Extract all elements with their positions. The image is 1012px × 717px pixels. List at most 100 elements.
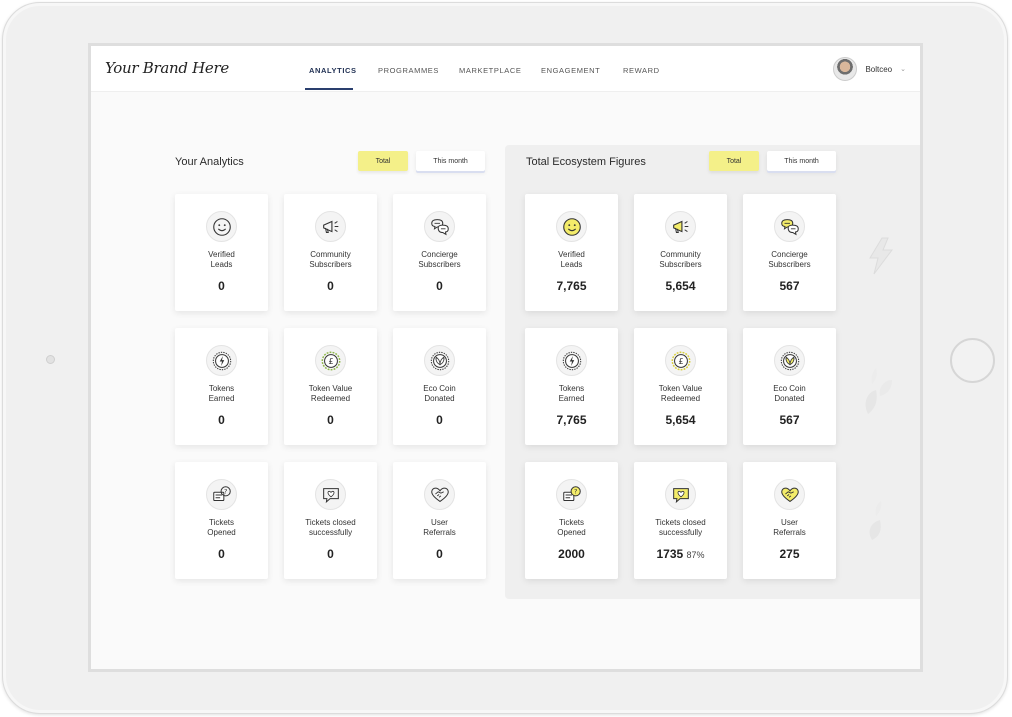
nav-marketplace[interactable]: MARKETPLACE <box>459 66 521 75</box>
your-analytics-card[interactable]: Community Subscribers 0 <box>284 194 377 311</box>
chat-bubbles-icon <box>774 211 805 242</box>
nav-reward[interactable]: REWARD <box>623 66 660 75</box>
chevron-down-icon[interactable]: ⌄ <box>900 65 906 73</box>
your-analytics-total-toggle[interactable]: Total <box>358 151 408 171</box>
card-value-number: 0 <box>218 547 225 561</box>
app-screen: Your Brand Here ANALYTICS PROGRAMMES MAR… <box>88 43 923 672</box>
card-value: 0 <box>218 413 225 427</box>
handshake-icon <box>774 479 805 510</box>
card-label: Tickets Opened <box>557 518 586 537</box>
card-value-number: 0 <box>327 547 334 561</box>
user-menu[interactable]: Boltceo ⌄ <box>833 57 906 81</box>
svg-text:£: £ <box>678 356 683 366</box>
lightning-coin-icon <box>556 345 587 376</box>
your-analytics-card[interactable]: Tokens Earned 0 <box>175 328 268 445</box>
your-analytics-title: Your Analytics <box>175 156 244 168</box>
ecosystem-card[interactable]: Tokens Earned 7,765 <box>525 328 618 445</box>
card-value: 0 <box>218 279 225 293</box>
ecosystem-total-toggle[interactable]: Total <box>709 151 759 171</box>
card-value-number: 0 <box>327 413 334 427</box>
your-analytics-card[interactable]: Concierge Subscribers 0 <box>393 194 486 311</box>
card-value: 567 <box>779 413 799 427</box>
card-value: 5,654 <box>665 279 695 293</box>
nav-active-indicator <box>305 88 353 90</box>
card-label: Tickets Opened <box>207 518 236 537</box>
ecosystem-card[interactable]: ? Tickets Opened 2000 <box>525 462 618 579</box>
smiley-icon <box>206 211 237 242</box>
card-label: User Referrals <box>423 518 456 537</box>
heart-chat-icon <box>665 479 696 510</box>
card-value: 0 <box>327 547 334 561</box>
ecosystem-card[interactable]: £ Token Value Redeemed 5,654 <box>634 328 727 445</box>
card-value-number: 5,654 <box>665 279 696 293</box>
nav-programmes[interactable]: PROGRAMMES <box>378 66 439 75</box>
card-label: User Referrals <box>773 518 806 537</box>
ecosystem-card[interactable]: Tickets closed successfully 1735 87% <box>634 462 727 579</box>
card-label: Token Value Redeemed <box>658 384 703 403</box>
card-value: 2000 <box>558 547 585 561</box>
leaf-coin-icon <box>774 345 805 376</box>
card-value-number: 567 <box>779 413 800 427</box>
card-label: Verified Leads <box>558 250 585 269</box>
card-value: 0 <box>327 279 334 293</box>
card-label: Tickets closed successfully <box>305 518 356 537</box>
card-value: 275 <box>779 547 799 561</box>
ecosystem-card[interactable]: Concierge Subscribers 567 <box>743 194 836 311</box>
svg-text:?: ? <box>223 487 226 495</box>
your-analytics-month-toggle[interactable]: This month <box>416 151 485 171</box>
heart-chat-icon <box>315 479 346 510</box>
card-label: Eco Coin Donated <box>423 384 456 403</box>
your-analytics-card[interactable]: Verified Leads 0 <box>175 194 268 311</box>
svg-text:£: £ <box>328 356 333 366</box>
card-value-number: 0 <box>218 413 225 427</box>
card-label: Tokens Earned <box>208 384 235 403</box>
card-value: 7,765 <box>556 279 586 293</box>
card-value: 1735 87% <box>656 547 704 561</box>
leaf-decoration-icon <box>865 368 892 414</box>
smiley-icon <box>556 211 587 242</box>
nav-engagement[interactable]: ENGAGEMENT <box>541 66 600 75</box>
lightning-decoration-icon <box>869 237 893 275</box>
megaphone-icon <box>665 211 696 242</box>
home-button[interactable] <box>950 338 995 383</box>
nav-analytics[interactable]: ANALYTICS <box>309 66 357 75</box>
card-label: Community Subscribers <box>309 250 352 269</box>
card-value-number: 0 <box>218 279 225 293</box>
card-value-number: 2000 <box>558 547 585 561</box>
ticket-question-icon: ? <box>556 479 587 510</box>
your-analytics-card[interactable]: User Referrals 0 <box>393 462 486 579</box>
card-value-number: 0 <box>436 279 443 293</box>
brand-logo[interactable]: Your Brand Here <box>105 59 229 77</box>
card-value: 0 <box>436 279 443 293</box>
ecosystem-card[interactable]: Verified Leads 7,765 <box>525 194 618 311</box>
ecosystem-month-toggle[interactable]: This month <box>767 151 836 171</box>
ecosystem-card[interactable]: Eco Coin Donated 567 <box>743 328 836 445</box>
leaf-small-decoration-icon <box>869 501 882 540</box>
avatar[interactable] <box>833 57 858 81</box>
top-header: Your Brand Here ANALYTICS PROGRAMMES MAR… <box>91 46 920 92</box>
card-value: 7,765 <box>556 413 586 427</box>
ecosystem-card[interactable]: User Referrals 275 <box>743 462 836 579</box>
megaphone-icon <box>315 211 346 242</box>
card-value-number: 567 <box>779 279 800 293</box>
card-value-number: 7,765 <box>556 413 587 427</box>
your-analytics-card[interactable]: Eco Coin Donated 0 <box>393 328 486 445</box>
card-value: 0 <box>436 547 443 561</box>
card-label: Eco Coin Donated <box>773 384 806 403</box>
ecosystem-card[interactable]: Community Subscribers 5,654 <box>634 194 727 311</box>
your-analytics-card[interactable]: Tickets closed successfully 0 <box>284 462 377 579</box>
svg-text:?: ? <box>573 487 576 495</box>
leaf-coin-icon <box>424 345 455 376</box>
card-value: 567 <box>779 279 799 293</box>
card-label: Verified Leads <box>208 250 235 269</box>
your-analytics-card[interactable]: ? Tickets Opened 0 <box>175 462 268 579</box>
user-name: Boltceo <box>865 64 893 74</box>
card-label: Token Value Redeemed <box>308 384 353 403</box>
card-value-number: 1735 <box>656 547 684 561</box>
card-label: Concierge Subscribers <box>418 250 461 269</box>
card-label: Concierge Subscribers <box>768 250 811 269</box>
chat-bubbles-icon <box>424 211 455 242</box>
card-value: 0 <box>436 413 443 427</box>
card-value-number: 0 <box>436 413 443 427</box>
your-analytics-card[interactable]: £ Token Value Redeemed 0 <box>284 328 377 445</box>
